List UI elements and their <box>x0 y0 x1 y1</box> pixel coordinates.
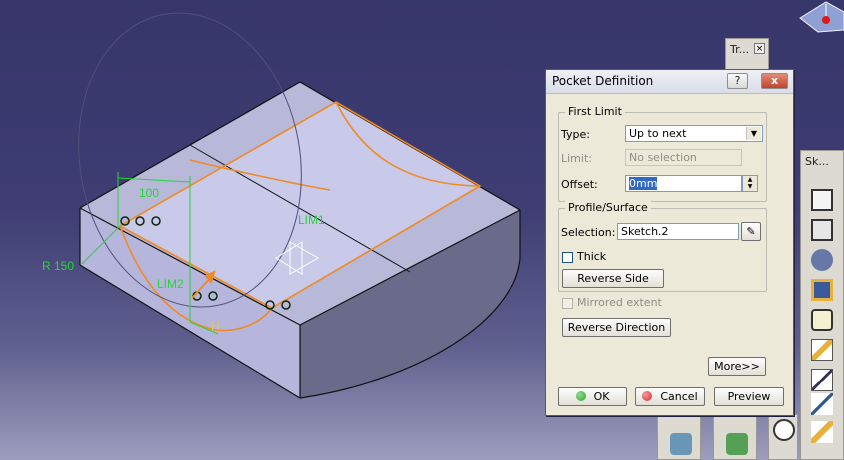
cancel-icon <box>642 391 653 401</box>
edit-sketch-button[interactable]: ✎ <box>741 222 761 241</box>
first-limit-legend: First Limit <box>565 105 625 118</box>
chevron-down-icon[interactable]: ▼ <box>746 127 761 140</box>
pad-icon[interactable] <box>670 433 692 455</box>
sk-toolbar-title: Sk... <box>805 155 829 168</box>
h-axis-label: H <box>211 319 220 333</box>
type-dropdown[interactable]: Up to next ▼ <box>625 125 763 142</box>
radius-label: R 150 <box>42 259 74 273</box>
sketch-icon[interactable] <box>811 189 833 211</box>
limit-field[interactable]: No selection <box>625 149 742 166</box>
lim1-label[interactable]: LIM1 <box>298 213 325 227</box>
cancel-button[interactable]: Cancel <box>635 387 705 406</box>
profile-surface-legend: Profile/Surface <box>565 201 651 214</box>
lim2-label[interactable]: LIM2 <box>157 277 184 291</box>
dimension-100-label: 100 <box>139 186 159 200</box>
ok-icon <box>575 391 586 401</box>
compass-icon[interactable] <box>799 1 844 33</box>
bottom-toolbar-c[interactable] <box>768 414 798 460</box>
more-button[interactable]: More>> <box>708 357 766 376</box>
axis-icon[interactable] <box>811 421 833 443</box>
close-icon[interactable]: × <box>754 43 765 54</box>
dialog-titlebar[interactable]: Pocket Definition ? x <box>546 70 793 94</box>
sketch-toolbar[interactable]: Sk... <box>800 150 844 460</box>
offset-field[interactable]: 0mm <box>625 175 742 192</box>
spin-up-icon[interactable]: ▲ <box>743 176 757 183</box>
profile-icon[interactable] <box>811 249 833 271</box>
shaft-icon[interactable] <box>726 433 748 455</box>
cancel-label: Cancel <box>660 390 698 403</box>
conic-icon[interactable] <box>811 369 833 391</box>
offset-label: Offset: <box>561 178 598 191</box>
selection-label: Selection: <box>561 226 616 239</box>
positioned-sketch-icon[interactable] <box>811 219 833 241</box>
selection-field[interactable]: Sketch.2 <box>617 223 739 240</box>
offset-spinner[interactable]: ▲ ▼ <box>742 175 758 192</box>
reverse-side-button[interactable]: Reverse Side <box>562 269 664 288</box>
ok-button[interactable]: OK <box>558 387 627 406</box>
help-button[interactable]: ? <box>727 73 748 89</box>
bottom-toolbar-a[interactable] <box>657 414 701 460</box>
thick-label: Thick <box>577 250 607 263</box>
type-dropdown-value: Up to next <box>629 127 687 140</box>
target-icon[interactable] <box>773 419 795 441</box>
ok-label: OK <box>593 390 610 403</box>
tr-toolbar-title: Tr... <box>730 43 750 56</box>
circle-icon[interactable] <box>811 309 833 331</box>
spin-down-icon[interactable]: ▼ <box>743 183 757 190</box>
pencil-icon: ✎ <box>746 225 756 238</box>
close-button[interactable]: x <box>761 73 788 89</box>
pocket-definition-dialog[interactable]: Pocket Definition ? x First Limit Type: … <box>545 69 794 416</box>
preview-button[interactable]: Preview <box>714 387 784 406</box>
limit-label: Limit: <box>561 152 592 165</box>
bottom-toolbar-b[interactable] <box>713 414 757 460</box>
offset-value: 0mm <box>629 177 658 190</box>
type-label: Type: <box>561 128 590 141</box>
mirrored-extent-checkbox[interactable] <box>562 298 573 309</box>
rectangle-icon[interactable] <box>811 279 833 301</box>
thick-checkbox[interactable] <box>562 252 573 263</box>
spline-icon[interactable] <box>811 339 833 361</box>
reverse-direction-button[interactable]: Reverse Direction <box>562 318 671 337</box>
mirrored-extent-label: Mirrored extent <box>577 296 662 309</box>
line-icon[interactable] <box>811 393 833 415</box>
dialog-title: Pocket Definition <box>552 74 654 88</box>
